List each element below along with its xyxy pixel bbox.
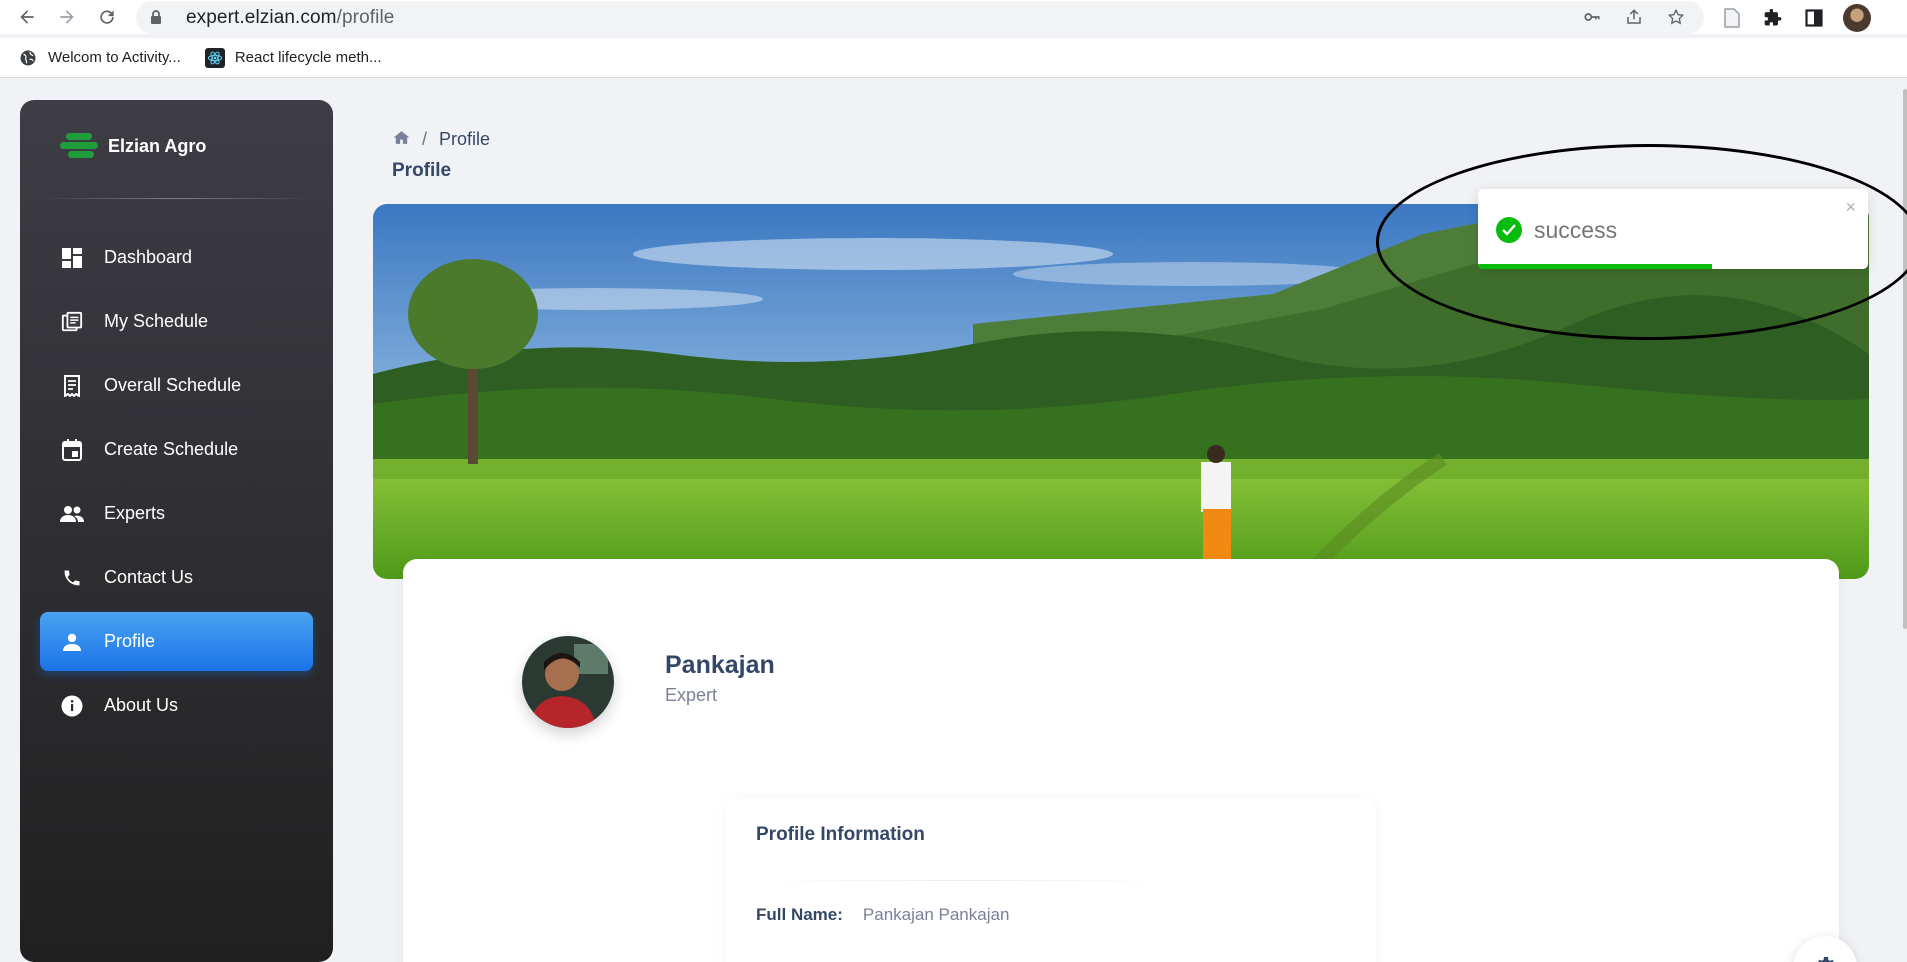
brand-logo-icon [60, 129, 98, 163]
bookmark-label: Welcom to Activity... [48, 49, 181, 66]
sidebar-item-create-schedule[interactable]: Create Schedule [40, 420, 313, 479]
breadcrumb: / Profile [393, 129, 490, 150]
full-name-label: Full Name: [756, 905, 843, 924]
sidebar-item-label: Contact Us [104, 567, 194, 587]
page-scrollbar[interactable] [1903, 89, 1907, 629]
address-bar[interactable]: expert.elzian.com/profile [136, 1, 1704, 34]
receipt-icon [60, 374, 84, 398]
browser-profile-avatar[interactable] [1843, 4, 1871, 32]
people-icon [60, 502, 84, 526]
brand[interactable]: Elzian Agro [60, 129, 206, 163]
forward-icon[interactable] [54, 4, 80, 30]
full-name-value: Pankajan Pankajan [862, 905, 1010, 924]
breadcrumb-current: Profile [439, 129, 491, 149]
sidebar-item-dashboard[interactable]: Dashboard [40, 228, 313, 287]
sidebar-item-experts[interactable]: Experts [40, 484, 313, 543]
bookmark-label: React lifecycle meth... [234, 49, 382, 66]
sidebar: Elzian Agro Dashboard My Schedule Overal… [20, 100, 333, 962]
extensions-icon[interactable] [1761, 6, 1785, 30]
profile-avatar [522, 636, 614, 728]
sidebar-item-overall-schedule[interactable]: Overall Schedule [40, 356, 313, 415]
info-icon [60, 694, 84, 718]
app-page: Elzian Agro Dashboard My Schedule Overal… [0, 79, 1907, 962]
phone-icon [60, 566, 84, 590]
sidebar-divider [40, 198, 313, 199]
profile-name: Pankajan [665, 651, 775, 679]
sidebar-item-label: Overall Schedule [104, 375, 242, 395]
globe-icon [18, 48, 38, 68]
sidebar-item-my-schedule[interactable]: My Schedule [40, 292, 313, 351]
sidebar-item-label: Profile [104, 631, 156, 651]
browser-toolbar: expert.elzian.com/profile [0, 0, 1907, 34]
profile-card: Pankajan Expert Profile Information Full… [403, 559, 1839, 962]
bookmark-item[interactable]: React lifecycle meth... [204, 47, 382, 68]
profile-info-row: Full Name: Pankajan Pankajan [756, 905, 1009, 925]
sidebar-item-about-us[interactable]: About Us [40, 676, 313, 735]
back-icon[interactable] [14, 4, 40, 30]
star-icon[interactable] [1666, 7, 1686, 27]
person-icon [60, 630, 84, 654]
lock-icon[interactable] [150, 10, 168, 25]
breadcrumb-separator: / [422, 129, 428, 149]
page-title: Profile [392, 160, 452, 181]
sidebar-item-contact-us[interactable]: Contact Us [40, 548, 313, 607]
profile-role: Expert [665, 685, 718, 705]
sidebar-item-label: Experts [104, 503, 166, 523]
sidebar-item-profile[interactable]: Profile [40, 612, 313, 671]
annotation-ellipse [1376, 144, 1907, 340]
document-icon[interactable] [1720, 6, 1744, 30]
sidebar-item-label: My Schedule [104, 311, 209, 331]
profile-information-card: Profile Information Full Name: Pankajan … [726, 799, 1376, 962]
bookmarks-bar: Welcom to Activity... React lifecycle me… [0, 38, 1907, 78]
bookmark-item[interactable]: Welcom to Activity... [18, 48, 181, 68]
sidebar-item-label: Dashboard [104, 247, 193, 267]
reload-icon[interactable] [94, 4, 120, 30]
sidebar-menu: Dashboard My Schedule Overall Schedule C… [40, 228, 313, 740]
sidebar-item-label: Create Schedule [104, 439, 239, 459]
calendar-icon [60, 438, 84, 462]
dashboard-icon [60, 246, 84, 270]
profile-information-title: Profile Information [756, 824, 925, 845]
react-icon [204, 47, 225, 68]
sidebar-item-label: About Us [104, 695, 179, 715]
key-icon[interactable] [1582, 7, 1602, 27]
divider [756, 880, 1166, 881]
side-panel-icon[interactable] [1802, 6, 1826, 30]
url-text: expert.elzian.com/profile [186, 6, 395, 28]
home-icon[interactable] [393, 129, 410, 150]
schedule-icon [60, 310, 84, 334]
gear-icon [1813, 954, 1837, 962]
share-icon[interactable] [1624, 7, 1644, 27]
brand-name: Elzian Agro [108, 135, 207, 156]
